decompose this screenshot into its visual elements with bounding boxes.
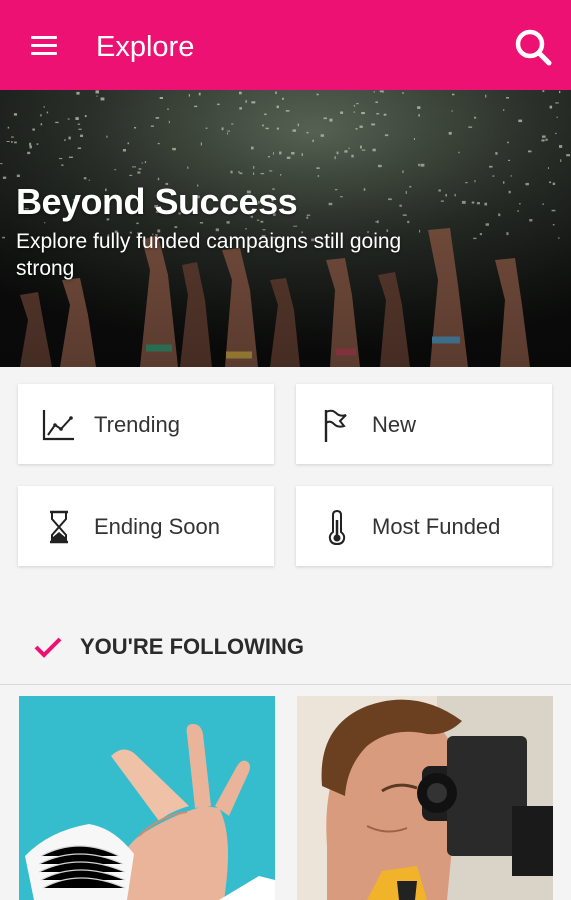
page-title: Explore <box>96 31 195 63</box>
category-label: Ending Soon <box>94 514 220 539</box>
hamburger-menu-icon[interactable] <box>31 36 59 56</box>
section-heading-following: YOU'RE FOLLOWING <box>80 634 304 659</box>
campaign-image <box>19 696 275 900</box>
category-label: Trending <box>94 412 181 437</box>
hourglass-icon <box>50 510 68 544</box>
app-bar: Explore <box>0 0 571 90</box>
category-ending-soon[interactable]: Ending Soon <box>18 486 274 566</box>
section-divider <box>0 684 571 685</box>
hero-subtitle: Explore fully funded campaigns still goi… <box>16 230 402 280</box>
check-icon <box>34 637 62 658</box>
category-label: Most Funded <box>372 514 501 539</box>
campaign-card[interactable] <box>19 696 275 900</box>
campaign-card[interactable] <box>297 696 553 900</box>
category-trending[interactable]: Trending <box>18 384 274 464</box>
flag-icon <box>324 409 347 442</box>
category-most-funded[interactable]: Most Funded <box>296 486 552 566</box>
trending-chart-icon <box>42 410 74 441</box>
category-new[interactable]: New <box>296 384 552 464</box>
hero-title: Beyond Success <box>16 181 298 222</box>
thermometer-icon <box>328 509 346 546</box>
category-label: New <box>372 412 417 437</box>
search-icon[interactable] <box>512 26 554 68</box>
campaign-image <box>297 696 553 900</box>
hero-banner[interactable]: Beyond Success Explore fully funded camp… <box>0 90 571 367</box>
